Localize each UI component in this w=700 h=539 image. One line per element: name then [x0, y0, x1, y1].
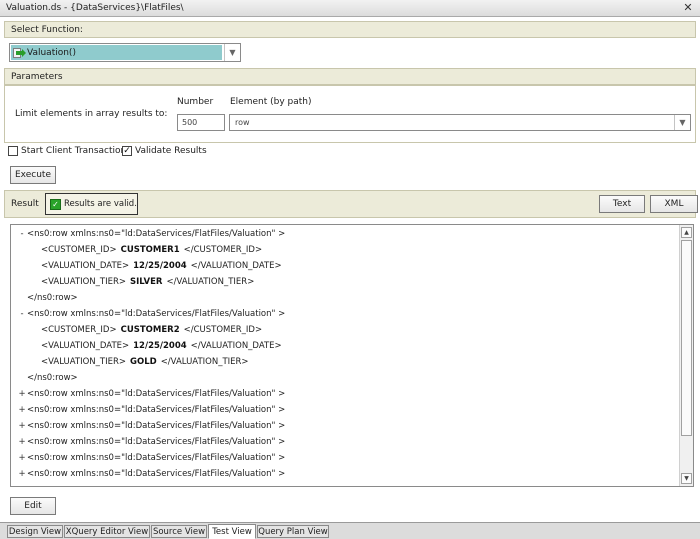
- start-client-transaction-label: Start Client Transaction: [21, 146, 127, 156]
- xml-close-tag: </VALUATION_TIER>: [166, 277, 255, 287]
- xml-line[interactable]: - <ns0:row xmlns:ns0="ld:DataServices/Fla…: [17, 306, 285, 322]
- function-select[interactable]: Valuation() ▼: [9, 43, 241, 62]
- xml-line: <VALUATION_TIER> SILVER </VALUATION_TIER>: [41, 274, 254, 290]
- xml-open-tag: <VALUATION_TIER>: [41, 277, 126, 287]
- tab-source-view[interactable]: Source View: [151, 525, 207, 538]
- validate-results-checkbox[interactable]: ✓: [122, 146, 132, 156]
- function-icon: [13, 47, 26, 58]
- validation-status-text: Results are valid.: [64, 199, 137, 209]
- element-path-label: Element (by path): [230, 97, 312, 107]
- xml-line[interactable]: - <ns0:row xmlns:ns0="ld:DataServices/Fla…: [17, 226, 285, 242]
- validation-status-badge: ✓ Results are valid.: [45, 193, 138, 215]
- xml-tag-text: </ns0:row>: [27, 373, 78, 383]
- expand-icon[interactable]: +: [17, 437, 27, 447]
- xml-close-tag: </CUSTOMER_ID>: [183, 325, 263, 335]
- window-title: Valuation.ds - {DataServices}\FlatFiles\: [6, 3, 184, 13]
- expand-icon[interactable]: +: [17, 469, 27, 479]
- number-label: Number: [177, 97, 214, 107]
- xml-line: <VALUATION_DATE> 12/25/2004 </VALUATION_DA…: [41, 258, 282, 274]
- xml-open-tag: <VALUATION_DATE>: [41, 261, 130, 271]
- xml-value: CUSTOMER2: [120, 325, 180, 335]
- parameters-panel: Limit elements in array results to: Numb…: [4, 85, 696, 143]
- xml-value: SILVER: [130, 277, 163, 287]
- text-view-button[interactable]: Text: [599, 195, 645, 213]
- xml-value: 12/25/2004: [133, 261, 187, 271]
- xml-open-tag: <CUSTOMER_ID>: [41, 325, 117, 335]
- check-icon: ✓: [50, 198, 61, 210]
- select-function-label: Select Function:: [11, 24, 83, 35]
- xml-line[interactable]: + <ns0:row xmlns:ns0="ld:DataServices/Fla…: [17, 450, 285, 466]
- xml-open-tag: <VALUATION_TIER>: [41, 357, 126, 367]
- number-input[interactable]: 500: [177, 114, 225, 131]
- xml-value: CUSTOMER1: [120, 245, 180, 255]
- close-icon[interactable]: ✕: [682, 2, 694, 14]
- tab-xquery-editor-view[interactable]: XQuery Editor View: [64, 525, 150, 538]
- xml-close-tag: </VALUATION_DATE>: [190, 341, 282, 351]
- xml-open-tag: <VALUATION_DATE>: [41, 341, 130, 351]
- xml-line: <CUSTOMER_ID> CUSTOMER1 </CUSTOMER_ID>: [41, 242, 262, 258]
- result-bar: Result ✓ Results are valid. Text XML: [4, 190, 698, 218]
- xml-line[interactable]: + <ns0:row xmlns:ns0="ld:DataServices/Fla…: [17, 418, 285, 434]
- function-select-value: Valuation(): [11, 45, 222, 60]
- edit-button[interactable]: Edit: [10, 497, 56, 515]
- xml-line: <VALUATION_DATE> 12/25/2004 </VALUATION_DA…: [41, 338, 282, 354]
- parameters-label: Parameters: [11, 71, 63, 82]
- xml-close-tag: </CUSTOMER_ID>: [183, 245, 263, 255]
- xml-line[interactable]: + <ns0:row xmlns:ns0="ld:DataServices/Fla…: [17, 434, 285, 450]
- expand-icon[interactable]: +: [17, 453, 27, 463]
- xml-tag-text: <ns0:row xmlns:ns0="ld:DataServices/Flat…: [27, 453, 286, 463]
- number-input-value: 500: [182, 118, 198, 127]
- expand-icon[interactable]: +: [17, 421, 27, 431]
- xml-tag-text: <ns0:row xmlns:ns0="ld:DataServices/Flat…: [27, 389, 286, 399]
- xml-tag-text: <ns0:row xmlns:ns0="ld:DataServices/Flat…: [27, 469, 286, 479]
- scroll-up-icon[interactable]: ▲: [681, 227, 692, 238]
- xml-line: <VALUATION_TIER> GOLD </VALUATION_TIER>: [41, 354, 249, 370]
- select-function-header: Select Function:: [4, 21, 696, 38]
- expand-icon[interactable]: +: [17, 405, 27, 415]
- xml-value: 12/25/2004: [133, 341, 187, 351]
- xml-tag-text: </ns0:row>: [27, 293, 78, 303]
- xml-tag-text: <ns0:row xmlns:ns0="ld:DataServices/Flat…: [27, 421, 286, 431]
- xml-tag-text: <ns0:row xmlns:ns0="ld:DataServices/Flat…: [27, 309, 286, 319]
- element-path-select[interactable]: row ▼: [229, 114, 691, 131]
- xml-value: GOLD: [130, 357, 157, 367]
- scroll-down-icon[interactable]: ▼: [681, 473, 692, 484]
- tab-design-view[interactable]: Design View: [7, 525, 63, 538]
- xml-close-tag: </VALUATION_DATE>: [190, 261, 282, 271]
- tab-test-view[interactable]: Test View: [208, 524, 256, 539]
- vertical-scrollbar[interactable]: ▲ ▼: [679, 225, 693, 486]
- xml-line[interactable]: + <ns0:row xmlns:ns0="ld:DataServices/Fla…: [17, 386, 285, 402]
- xml-line: </ns0:row>: [27, 290, 78, 306]
- xml-open-tag: <CUSTOMER_ID>: [41, 245, 117, 255]
- scrollbar-thumb[interactable]: [681, 240, 692, 436]
- validate-results-label: Validate Results: [135, 146, 207, 156]
- execute-button[interactable]: Execute: [10, 166, 56, 184]
- xml-line[interactable]: + <ns0:row xmlns:ns0="ld:DataServices/Fla…: [17, 402, 285, 418]
- window-titlebar: Valuation.ds - {DataServices}\FlatFiles\…: [0, 0, 700, 17]
- xml-view-button[interactable]: XML: [650, 195, 698, 213]
- xml-tag-text: <ns0:row xmlns:ns0="ld:DataServices/Flat…: [27, 437, 286, 447]
- function-select-label: Valuation(): [27, 47, 76, 58]
- collapse-icon[interactable]: -: [17, 309, 27, 319]
- element-path-value: row: [235, 118, 250, 127]
- xml-result-panel[interactable]: - <ns0:row xmlns:ns0="ld:DataServices/Fla…: [10, 224, 694, 487]
- collapse-icon[interactable]: -: [17, 229, 27, 239]
- limit-elements-label: Limit elements in array results to:: [15, 109, 168, 119]
- view-tabs: Design View XQuery Editor View Source Vi…: [0, 522, 700, 539]
- chevron-down-icon[interactable]: ▼: [674, 115, 690, 130]
- checkmark-icon: ✓: [123, 146, 131, 156]
- xml-close-tag: </VALUATION_TIER>: [160, 357, 249, 367]
- start-client-transaction-checkbox[interactable]: [8, 146, 18, 156]
- xml-line: </ns0:row>: [27, 370, 78, 386]
- parameters-header: Parameters: [4, 68, 696, 85]
- chevron-down-icon[interactable]: ▼: [224, 44, 240, 61]
- xml-tag-text: <ns0:row xmlns:ns0="ld:DataServices/Flat…: [27, 229, 286, 239]
- xml-tag-text: <ns0:row xmlns:ns0="ld:DataServices/Flat…: [27, 405, 286, 415]
- xml-line[interactable]: + <ns0:row xmlns:ns0="ld:DataServices/Fla…: [17, 466, 285, 482]
- expand-icon[interactable]: +: [17, 389, 27, 399]
- tab-query-plan-view[interactable]: Query Plan View: [257, 525, 329, 538]
- result-label: Result: [11, 199, 39, 209]
- xml-line: <CUSTOMER_ID> CUSTOMER2 </CUSTOMER_ID>: [41, 322, 262, 338]
